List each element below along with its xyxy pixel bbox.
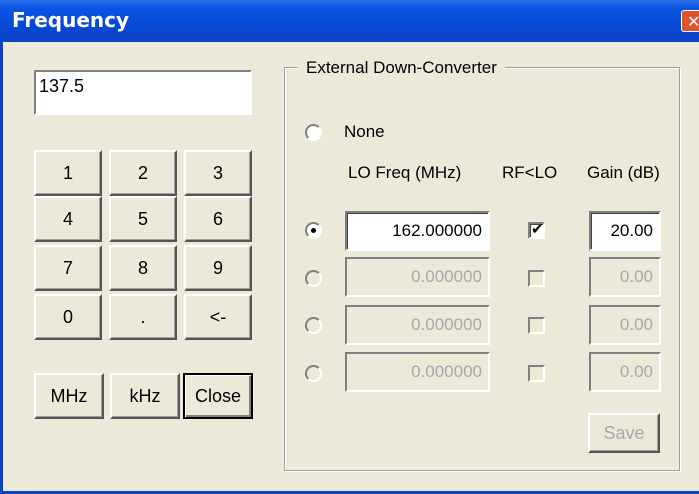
converter-1-radio[interactable] [305, 222, 322, 239]
key-5-button[interactable]: 5 [109, 196, 177, 242]
none-label: None [344, 122, 385, 141]
lo-freq-4-input[interactable]: 0.000000 [345, 352, 490, 392]
lo-freq-header: LO Freq (MHz) [348, 163, 462, 182]
key-8-button[interactable]: 8 [109, 245, 177, 291]
save-button[interactable]: Save [588, 413, 660, 453]
converter-3-radio[interactable] [305, 317, 322, 334]
key-9-button[interactable]: 9 [184, 245, 252, 291]
rf-lo-2-checkbox[interactable] [528, 270, 545, 287]
key-0-button[interactable]: 0 [34, 294, 102, 340]
frequency-dialog: Frequency ✕ 137.5 1 2 3 4 5 6 7 8 9 0 . … [0, 0, 699, 494]
window-title: Frequency [12, 8, 130, 32]
converter-2-radio[interactable] [305, 270, 322, 287]
rf-lo-header: RF<LO [502, 163, 558, 182]
rf-lo-4-checkbox[interactable] [528, 365, 545, 382]
gain-4-input[interactable]: 0.00 [589, 352, 661, 392]
lo-freq-1-input[interactable]: 162.000000 [345, 211, 490, 251]
rf-lo-1-checkbox[interactable]: ✔ [528, 220, 545, 239]
rf-lo-3-checkbox[interactable] [528, 317, 545, 334]
frequency-input[interactable]: 137.5 [34, 70, 252, 115]
mhz-button[interactable]: MHz [34, 373, 104, 419]
gain-3-input[interactable]: 0.00 [589, 305, 661, 345]
checkmark-icon: ✔ [531, 220, 544, 238]
gain-header: Gain (dB) [587, 163, 660, 182]
key-2-button[interactable]: 2 [109, 150, 177, 196]
gain-1-input[interactable]: 20.00 [589, 211, 661, 251]
backspace-button[interactable]: <- [184, 294, 252, 340]
key-3-button[interactable]: 3 [184, 150, 252, 196]
close-button[interactable]: Close [183, 373, 253, 419]
key-6-button[interactable]: 6 [184, 196, 252, 242]
lo-freq-3-input[interactable]: 0.000000 [345, 305, 490, 345]
gain-2-input[interactable]: 0.00 [589, 257, 661, 297]
converter-4-radio[interactable] [305, 365, 322, 382]
group-label: External Down-Converter [298, 58, 505, 78]
key-4-button[interactable]: 4 [34, 196, 102, 242]
lo-freq-2-input[interactable]: 0.000000 [345, 257, 490, 297]
radio-dot [311, 228, 316, 233]
key-1-button[interactable]: 1 [34, 150, 102, 196]
close-window-button[interactable]: ✕ [681, 10, 699, 32]
key-dot-button[interactable]: . [109, 294, 177, 340]
key-7-button[interactable]: 7 [34, 245, 102, 291]
title-bar[interactable]: Frequency ✕ [0, 0, 699, 42]
khz-button[interactable]: kHz [110, 373, 180, 419]
none-radio[interactable] [305, 124, 322, 141]
window-border-left [0, 42, 3, 494]
